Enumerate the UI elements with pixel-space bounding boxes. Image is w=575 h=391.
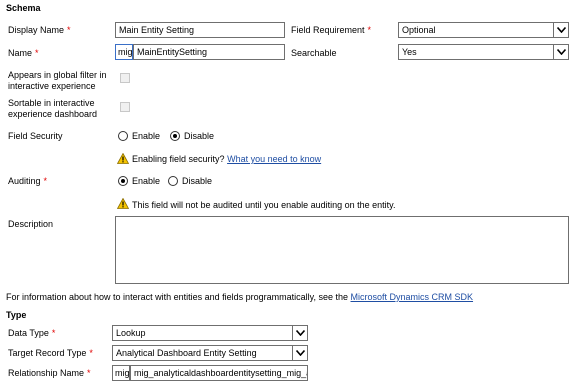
auditing-enable-radio[interactable]: [118, 176, 128, 186]
searchable-label: Searchable: [291, 48, 337, 58]
auditing-disable-radio[interactable]: [168, 176, 178, 186]
target-record-type-label: Target Record Type *: [8, 348, 93, 359]
field-security-warning-text: Enabling field security?: [132, 154, 225, 164]
chevron-down-icon[interactable]: [553, 23, 568, 37]
required-marker: *: [87, 368, 91, 378]
auditing-disable-label: Disable: [182, 176, 213, 186]
sdk-info-text: For information about how to interact wi…: [6, 292, 348, 302]
global-filter-label-line1: Appears in global filter in: [8, 70, 107, 80]
auditing-enable-label: Enable: [132, 176, 161, 186]
type-section-title: Type: [6, 310, 27, 320]
global-filter-checkbox[interactable]: [120, 73, 130, 83]
searchable-select[interactable]: Yes: [398, 44, 569, 60]
required-marker: *: [89, 348, 93, 358]
field-requirement-label-text: Field Requirement: [291, 25, 365, 35]
display-name-label-text: Display Name: [8, 25, 65, 35]
sortable-label-line2: experience dashboard: [8, 109, 98, 119]
chevron-down-icon[interactable]: [553, 45, 568, 59]
relationship-name-label-text: Relationship Name: [8, 368, 85, 378]
field-requirement-value: Optional: [402, 25, 436, 35]
target-record-type-label-text: Target Record Type: [8, 348, 87, 358]
relationship-name-label: Relationship Name *: [8, 368, 91, 379]
schema-section-title: Schema: [6, 3, 41, 13]
target-record-type-select[interactable]: Analytical Dashboard Entity Setting: [112, 345, 308, 361]
data-type-value: Lookup: [116, 328, 146, 338]
relationship-name-input[interactable]: mig_analyticaldashboardentitysetting_mig…: [130, 365, 308, 381]
display-name-input[interactable]: Main Entity Setting: [115, 22, 285, 38]
relationship-name-prefix: mig_: [112, 365, 130, 381]
sdk-info: For information about how to interact wi…: [6, 292, 473, 303]
name-prefix: mig_: [115, 44, 133, 60]
field-security-label: Field Security: [8, 131, 63, 141]
name-input[interactable]: MainEntitySetting: [133, 44, 285, 60]
what-you-need-to-know-link[interactable]: What you need to know: [227, 154, 321, 164]
field-security-warning: Enabling field security? What you need t…: [132, 154, 321, 165]
sortable-label-line1: Sortable in interactive: [8, 98, 95, 108]
global-filter-label-line2: interactive experience: [8, 81, 96, 91]
data-type-select[interactable]: Lookup: [112, 325, 308, 341]
global-filter-label: Appears in global filter in interactive …: [8, 70, 107, 92]
field-requirement-select[interactable]: Optional: [398, 22, 569, 38]
required-marker: *: [67, 25, 71, 35]
sortable-label: Sortable in interactive experience dashb…: [8, 98, 97, 120]
field-security-enable-label: Enable: [132, 131, 161, 141]
name-label-text: Name: [8, 48, 33, 58]
field-requirement-label: Field Requirement *: [291, 25, 371, 36]
field-security-enable-radio[interactable]: [118, 131, 128, 141]
description-label: Description: [8, 219, 54, 229]
warning-icon: [116, 197, 130, 209]
auditing-label-text: Auditing: [8, 176, 41, 186]
required-marker: *: [43, 176, 48, 186]
required-marker: *: [35, 48, 39, 58]
data-type-label-text: Data Type: [8, 328, 49, 338]
display-name-label: Display Name *: [8, 25, 71, 36]
sdk-link[interactable]: Microsoft Dynamics CRM SDK: [351, 292, 474, 302]
chevron-down-icon[interactable]: [292, 326, 307, 340]
required-marker: *: [51, 328, 56, 338]
auditing-warning-text: This field will not be audited until you…: [132, 200, 396, 210]
description-textarea[interactable]: [115, 216, 569, 284]
field-security-disable-label: Disable: [184, 131, 215, 141]
searchable-value: Yes: [402, 47, 417, 57]
data-type-label: Data Type *: [8, 328, 55, 339]
warning-icon: [116, 152, 130, 164]
sortable-checkbox[interactable]: [120, 102, 130, 112]
chevron-down-icon[interactable]: [292, 346, 307, 360]
name-label: Name *: [8, 48, 39, 59]
auditing-label: Auditing *: [8, 176, 47, 187]
field-security-disable-radio[interactable]: [170, 131, 180, 141]
required-marker: *: [367, 25, 372, 35]
target-record-type-value: Analytical Dashboard Entity Setting: [116, 348, 257, 358]
